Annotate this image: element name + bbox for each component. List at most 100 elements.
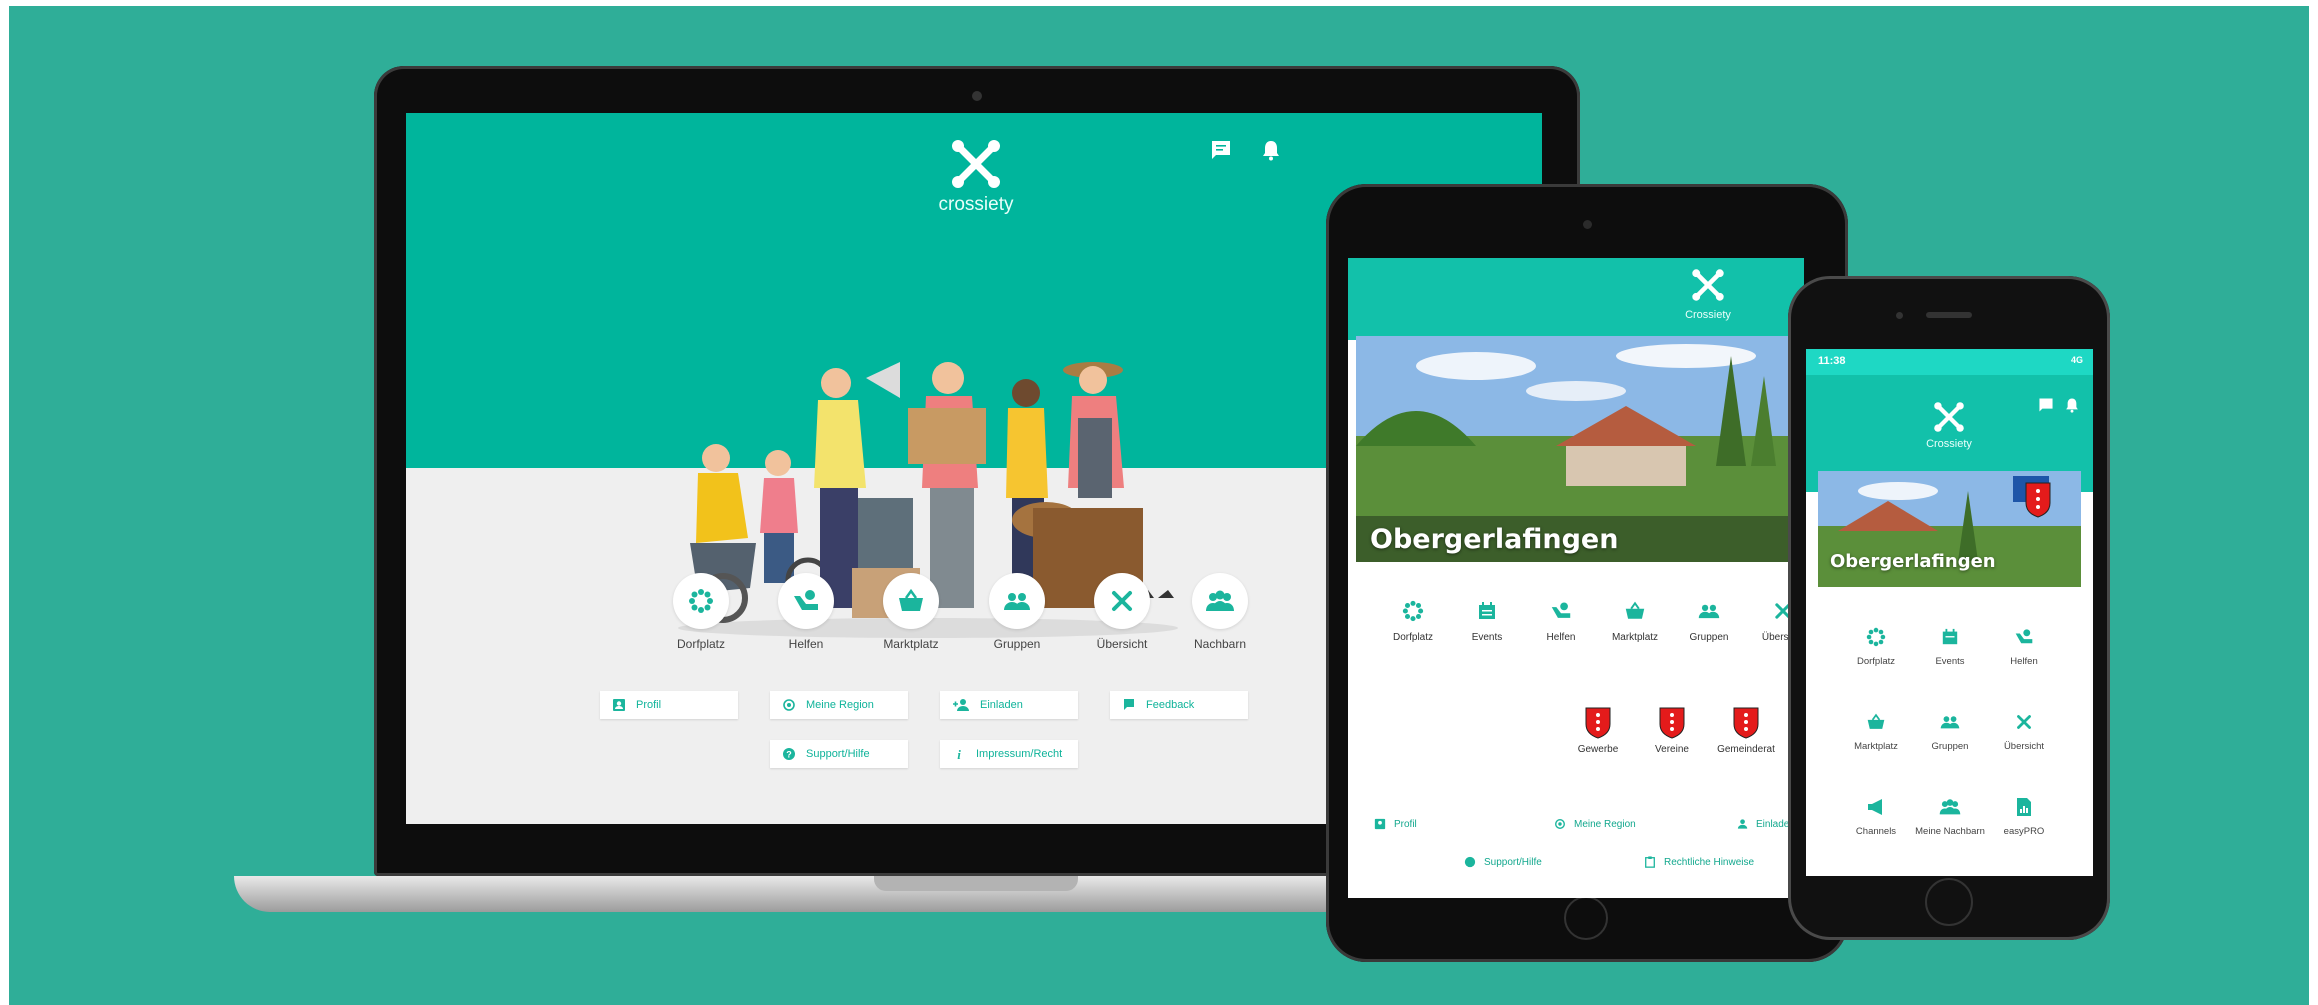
nav-meine-nachbarn[interactable]: Meine Nachbarn: [1910, 794, 1990, 838]
nav-dorfplatz[interactable]: Dorfplatz: [1836, 624, 1916, 668]
helfen-icon: [2015, 629, 2033, 644]
crossiety-x-icon: [952, 140, 1000, 188]
messages-icon[interactable]: [2038, 397, 2054, 418]
notification-bell-icon[interactable]: [2064, 397, 2080, 418]
svg-text:i: i: [957, 747, 961, 761]
help-icon: ?: [783, 748, 795, 760]
nav-label: Gruppen: [1689, 632, 1729, 643]
link-label: Support/Hilfe: [806, 748, 870, 760]
add-user-icon: [1737, 819, 1748, 829]
nav-helfen[interactable]: Helfen: [756, 573, 856, 651]
nav-label: Dorfplatz: [676, 637, 726, 651]
dorfplatz-icon: [689, 589, 713, 613]
meine-region-link[interactable]: Meine Region: [1554, 818, 1636, 830]
svg-text:?: ?: [786, 750, 792, 760]
nav-easypro[interactable]: easyPRO: [1984, 794, 2064, 838]
nav-dorfplatz[interactable]: Dorfplatz: [651, 573, 751, 651]
nav-label: Helfen: [1546, 632, 1576, 643]
crossiety-logo[interactable]: Crossiety: [1914, 401, 1984, 450]
nav-label: Dorfplatz: [1392, 632, 1433, 643]
nav-gruppen[interactable]: Gruppen: [1910, 709, 1990, 753]
notification-bell-icon[interactable]: [1260, 139, 1282, 166]
nav-label: Marktplatz: [1611, 632, 1659, 643]
brand-name: crossiety: [938, 194, 1014, 215]
status-network: 4G: [2070, 355, 2083, 365]
crossiety-x-icon: [1692, 269, 1724, 301]
support-link[interactable]: Support/Hilfe: [1464, 856, 1542, 868]
link-label: Einladen: [980, 699, 1023, 711]
nav-label: Helfen: [788, 637, 824, 651]
nav-label: easyPRO: [2003, 826, 2045, 837]
town-hero-image: Obergerlafingen: [1818, 471, 2081, 587]
einladen-link[interactable]: Einladen: [1734, 818, 1795, 830]
tablet-camera: [1583, 220, 1592, 229]
clipboard-icon: [1645, 856, 1655, 868]
nav-events[interactable]: Events: [1450, 596, 1524, 643]
basket-icon: [1625, 601, 1645, 619]
link-label: Rechtliche Hinweise: [1664, 856, 1755, 868]
info-icon: i: [957, 747, 961, 761]
nav-gruppen[interactable]: Gruppen: [1672, 596, 1746, 643]
neighbors-icon: [1939, 799, 1961, 815]
feedback-link[interactable]: Feedback: [1110, 691, 1248, 719]
nav-channels[interactable]: Channels: [1836, 794, 1916, 838]
crossiety-x-icon: [1934, 402, 1964, 432]
profil-link[interactable]: Profil: [1374, 818, 1417, 830]
phone-camera: [1896, 312, 1903, 319]
nav-label: Gruppen: [993, 637, 1041, 651]
nav-label: Gruppen: [1931, 741, 1969, 752]
crest-gewerbe[interactable]: Gewerbe: [1561, 707, 1635, 755]
nav-uebersicht[interactable]: Übersicht: [1984, 709, 2064, 753]
brand-name: Crossiety: [1926, 438, 1972, 450]
nav-helfen[interactable]: Helfen: [1984, 624, 2064, 668]
dorfplatz-icon: [1402, 600, 1424, 622]
nav-label: Events: [1935, 656, 1965, 667]
nav-marktplatz[interactable]: Marktplatz: [861, 573, 961, 651]
crest-vereine[interactable]: Vereine: [1635, 707, 1709, 755]
nav-marktplatz[interactable]: Marktplatz: [1598, 596, 1672, 643]
profil-link[interactable]: Profil: [600, 691, 738, 719]
nav-uebersicht[interactable]: Übersicht: [1072, 573, 1172, 651]
tablet-app-screen: Crossiety Obergerlafingen Dorfplatz Even…: [1348, 258, 1804, 898]
nav-events[interactable]: Events: [1910, 624, 1990, 668]
nav-label: Dorfplatz: [1856, 656, 1895, 667]
link-label: Meine Region: [806, 699, 874, 711]
impressum-link[interactable]: i Impressum/Recht: [940, 740, 1078, 768]
helfen-icon: [794, 590, 818, 610]
nav-helfen[interactable]: Helfen: [1524, 596, 1598, 643]
nav-marktplatz[interactable]: Marktplatz: [1836, 709, 1916, 753]
groups-icon: [1004, 593, 1030, 610]
profile-card-icon: [613, 699, 625, 711]
neighbors-icon: [1206, 590, 1234, 611]
phone-home-button: [1925, 878, 1973, 926]
link-label: Support/Hilfe: [1484, 856, 1542, 868]
rechtliche-hinweise-link[interactable]: Rechtliche Hinweise: [1644, 856, 1754, 868]
nav-label: Übersicht: [1096, 637, 1148, 651]
crossiety-logo[interactable]: Crossiety: [1678, 268, 1738, 321]
messages-icon[interactable]: [1210, 139, 1232, 166]
town-name: Obergerlafingen: [1830, 551, 1996, 572]
crest-icon: [1585, 707, 1611, 739]
nav-label: Events: [1471, 632, 1503, 643]
nav-label: Übersicht: [2003, 741, 2045, 752]
einladen-link[interactable]: Einladen: [940, 691, 1078, 719]
nav-nachbarn[interactable]: Nachbarn: [1170, 573, 1270, 651]
link-label: Meine Region: [1574, 818, 1636, 830]
document-chart-icon: [2017, 798, 2031, 816]
target-icon: [783, 699, 795, 711]
flag-icon: [1124, 699, 1134, 710]
nav-gruppen[interactable]: Gruppen: [967, 573, 1067, 651]
nav-label: Meine Nachbarn: [1915, 826, 1985, 837]
link-label: Feedback: [1146, 699, 1195, 711]
link-label: Profil: [1394, 818, 1417, 830]
support-link[interactable]: ? Support/Hilfe: [770, 740, 908, 768]
town-hero-image: Obergerlafingen: [1356, 336, 1798, 562]
help-icon: [1464, 856, 1476, 868]
nav-dorfplatz[interactable]: Dorfplatz: [1376, 596, 1450, 643]
profile-card-icon: [1374, 818, 1386, 830]
meine-region-link[interactable]: Meine Region: [770, 691, 908, 719]
crossiety-logo[interactable]: crossiety: [896, 138, 1056, 216]
crossiety-x-icon: [2017, 715, 2031, 729]
crest-gemeinderat[interactable]: Gemeinderat: [1709, 707, 1783, 755]
add-user-icon: [953, 699, 969, 711]
